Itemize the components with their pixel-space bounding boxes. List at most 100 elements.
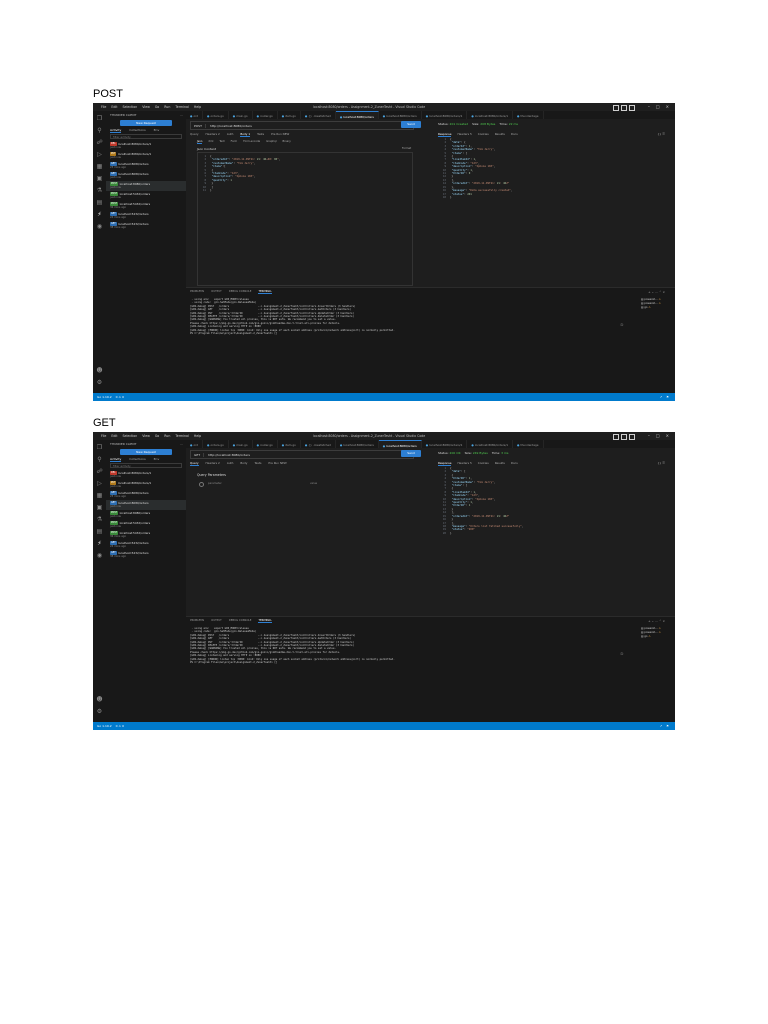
request-tab[interactable]: Body 1 <box>240 132 251 137</box>
editor-tab[interactable]: ●localhost:8080/orders/1 <box>422 111 468 119</box>
terminal-instance[interactable]: ▤ go ⚠ <box>641 306 661 310</box>
layout-icon[interactable] <box>613 433 619 440</box>
filter-activity-input[interactable]: filter activity <box>110 463 182 468</box>
response-tab[interactable]: Cookies <box>478 132 489 137</box>
menu-item[interactable]: Help <box>194 434 201 438</box>
close-icon[interactable]: × <box>662 290 665 294</box>
ellipsis-icon[interactable]: ⋯ <box>655 619 658 623</box>
menu-item[interactable]: View <box>142 434 150 438</box>
request-tab[interactable]: Auth <box>227 461 234 466</box>
request-tab[interactable]: Auth <box>227 132 234 137</box>
menu-item[interactable]: Edit <box>111 105 117 109</box>
remote-explorer-icon[interactable]: ▣ <box>96 504 103 511</box>
editor-tab[interactable]: ●main.go <box>229 111 253 119</box>
response-body[interactable]: 1{2 "data": [3 {4 "OrderID": 1, 5 "custom… <box>438 467 524 535</box>
editor-tab[interactable]: ●router.go <box>253 111 278 119</box>
docker-icon[interactable]: ▤ <box>96 528 103 535</box>
brackets-icon[interactable]: {} <box>658 132 662 136</box>
status-item[interactable]: 0 ⚠ 0 <box>116 395 124 399</box>
gear-icon[interactable]: ⚙ <box>96 708 103 715</box>
menu-item[interactable]: File <box>101 105 106 109</box>
minimize-icon[interactable]: – <box>648 433 650 438</box>
param-value-input[interactable]: value <box>310 482 317 485</box>
sidebar-tab[interactable]: Env <box>154 457 160 462</box>
response-body[interactable]: 1{2 "data": {3 "orderId": 1, 4 "customerN… <box>438 138 513 199</box>
status-item[interactable]: Go 1.19.2 <box>97 724 112 728</box>
account-icon[interactable]: ☻ <box>96 367 103 374</box>
chevron-down-icon[interactable]: ⌄ <box>652 290 655 294</box>
menu-item[interactable]: Selection <box>123 105 138 109</box>
editor-tab[interactable]: ●ord <box>186 440 204 448</box>
minimize-icon[interactable]: – <box>648 104 650 109</box>
close-icon[interactable]: × <box>662 619 665 623</box>
menu-item[interactable]: Selection <box>123 434 138 438</box>
activity-item[interactable]: GET localhost:5432/orders 24 mins ago <box>106 540 186 550</box>
body-type-tab[interactable]: Form-encode <box>243 140 260 144</box>
menu-item[interactable]: View <box>142 105 150 109</box>
sidebar-tab[interactable]: Collections <box>129 128 145 133</box>
layout-icon[interactable] <box>621 433 627 440</box>
account-icon[interactable]: ☻ <box>96 696 103 703</box>
new-request-button[interactable]: New Request <box>120 449 172 455</box>
editor-tab[interactable]: ●{} .rowsfetched <box>301 111 336 119</box>
more-actions-icon[interactable]: ⋯ <box>180 442 183 446</box>
terminal-trash-icon[interactable]: ♲ <box>620 322 624 327</box>
chevron-down-icon[interactable]: ⌄ <box>652 619 655 623</box>
activity-item[interactable]: POST localhost:5432/orders 36 mins ago <box>106 530 186 540</box>
menu-item[interactable]: Terminal <box>175 105 188 109</box>
editor-tab[interactable]: ●item.go <box>278 440 301 448</box>
activity-item[interactable]: POST localhost:8080/orders just now <box>106 510 186 520</box>
send-button[interactable]: Send <box>401 121 421 128</box>
param-name-input[interactable]: parameter <box>208 482 222 485</box>
response-tab[interactable]: Headers 5 <box>457 132 471 137</box>
url-input[interactable]: http://localhost:8080/orders <box>206 124 252 128</box>
run-debug-icon[interactable]: ▷ <box>96 151 103 158</box>
search-icon[interactable]: ⚲ <box>96 127 103 134</box>
menu-icon[interactable]: ☰ <box>662 132 665 136</box>
menu-item[interactable]: File <box>101 434 106 438</box>
editor-tab[interactable]: ●item.go <box>278 111 301 119</box>
activity-item[interactable]: GET localhost:5432/orders 24 mins ago <box>106 211 186 221</box>
url-input[interactable]: http://localhost:8080/orders <box>204 453 250 457</box>
terminal-output[interactable]: - using env: export GIN_MODE=release - u… <box>190 627 630 664</box>
sidebar-tab[interactable]: Collections <box>129 457 145 462</box>
menu-icon[interactable]: ☰ <box>662 461 665 465</box>
request-tab[interactable]: Tests <box>254 461 261 466</box>
activity-item[interactable]: POST localhost:8080/orders just now <box>106 181 186 191</box>
pull-requests-icon[interactable]: ◉ <box>96 223 103 230</box>
activity-item[interactable]: DEL localhost:8080/orders/1 just now <box>106 470 186 480</box>
menu-item[interactable]: Go <box>155 434 159 438</box>
editor-tab[interactable]: ●localhost:8080/orders/1 <box>422 440 468 448</box>
panel-tab[interactable]: PROBLEMS <box>190 290 204 294</box>
thunder-client-icon[interactable]: ⚡ <box>96 540 103 547</box>
activity-item[interactable]: GET localhost:8080/orders just now <box>106 500 186 510</box>
files-icon[interactable]: ❐ <box>96 115 103 122</box>
editor-tab[interactable]: ●thunderdage <box>513 440 544 448</box>
more-actions-icon[interactable]: ⋯ <box>180 113 183 117</box>
request-tab[interactable]: Headers 2 <box>206 461 220 466</box>
editor-tab[interactable]: ●localhost:8080/orders <box>336 440 379 448</box>
maximize-icon[interactable]: □ <box>656 104 660 109</box>
source-control-icon[interactable]: ☍ <box>96 468 103 475</box>
menu-item[interactable]: Run <box>164 434 170 438</box>
maximize-icon[interactable]: □ <box>656 433 660 438</box>
filter-activity-input[interactable]: filter activity <box>110 134 182 139</box>
response-tab[interactable]: Docs <box>511 132 518 137</box>
activity-item[interactable]: GET localhost:5432/orders 38 mins ago <box>106 221 186 231</box>
response-tab[interactable]: Results <box>495 461 505 466</box>
panel-tab[interactable]: PROBLEMS <box>190 619 204 623</box>
search-icon[interactable]: ⚲ <box>96 456 103 463</box>
editor-tab[interactable]: ●localhost:8080/orders/1 <box>467 111 514 119</box>
panel-tab[interactable]: DEBUG CONSOLE <box>229 290 252 294</box>
activity-item[interactable]: PUT localhost:8080/orders/1 just now <box>106 151 186 161</box>
activity-item[interactable]: POST localhost:5432/orders just now <box>106 520 186 530</box>
testing-icon[interactable]: ⚗ <box>96 516 103 523</box>
editor-tab[interactable]: ●orders.go <box>203 111 229 119</box>
status-icon[interactable]: ↗ <box>660 724 663 728</box>
status-item[interactable]: Go 1.19.2 <box>97 395 112 399</box>
editor-tab[interactable]: ●ord <box>186 111 204 119</box>
activity-item[interactable]: GET localhost:5432/orders 38 mins ago <box>106 550 186 560</box>
send-button[interactable]: Send <box>401 450 421 457</box>
status-icon[interactable]: ↗ <box>660 395 663 399</box>
editor-tab[interactable]: ●{} .rowsfetched <box>301 440 336 448</box>
